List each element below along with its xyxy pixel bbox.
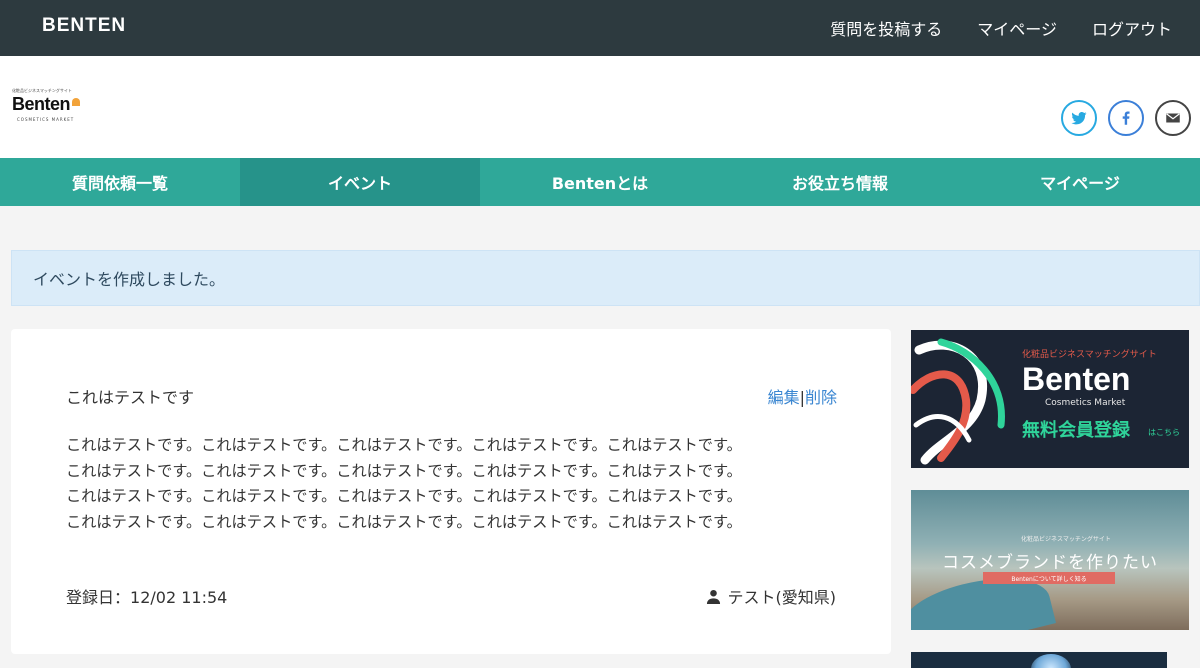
brand-link[interactable]: BENTEN bbox=[42, 15, 126, 37]
banner-button: Bentenについて詳しく知る bbox=[983, 572, 1115, 584]
site-logo[interactable]: 化粧品ビジネスマッチングサイト Benten COSMETICS MARKET bbox=[11, 86, 91, 130]
mypage-link[interactable]: マイページ bbox=[977, 16, 1057, 40]
facebook-icon[interactable] bbox=[1108, 100, 1144, 136]
event-title: これはテストです bbox=[66, 388, 195, 407]
event-actions: 編集|削除 bbox=[768, 384, 837, 408]
author-name: テスト(愛知県) bbox=[727, 588, 837, 607]
edit-link[interactable]: 編集 bbox=[768, 388, 800, 407]
site-header: 化粧品ビジネスマッチングサイト Benten COSMETICS MARKET bbox=[0, 56, 1200, 158]
logo-sub: COSMETICS MARKET bbox=[17, 117, 75, 122]
brush-stroke-art bbox=[911, 338, 1005, 465]
top-nav: 質問を投稿する マイページ ログアウト bbox=[795, 0, 1172, 56]
delete-link[interactable]: 削除 bbox=[805, 388, 837, 407]
banner-tagline: 化粧品ビジネスマッチングサイト bbox=[1021, 536, 1111, 543]
banner-title: コスメブランドを作りたい bbox=[942, 553, 1158, 573]
signup-banner[interactable]: 化粧品ビジネスマッチングサイト Benten Cosmetics Market … bbox=[911, 330, 1189, 468]
post-question-link[interactable]: 質問を投稿する bbox=[830, 16, 942, 40]
event-body: これはテストです。これはテストです。これはテストです。これはテストです。これはテ… bbox=[66, 433, 826, 535]
mail-icon[interactable] bbox=[1155, 100, 1191, 136]
date-label: 登録日： bbox=[66, 588, 131, 607]
logout-link[interactable]: ログアウト bbox=[1092, 16, 1172, 40]
twitter-icon[interactable] bbox=[1061, 100, 1097, 136]
third-banner[interactable] bbox=[911, 652, 1167, 668]
event-body-line: これはテストです。これはテストです。これはテストです。これはテストです。これはテ… bbox=[66, 461, 742, 480]
event-body-line: これはテストです。これはテストです。これはテストです。これはテストです。これはテ… bbox=[66, 512, 742, 531]
user-icon bbox=[706, 589, 720, 604]
brand-creation-banner[interactable]: 化粧品ビジネスマッチングサイト コスメブランドを作りたい Bentenについて詳… bbox=[911, 490, 1189, 630]
top-bar: BENTEN 質問を投稿する マイページ ログアウト bbox=[0, 0, 1200, 56]
banner-title: Benten bbox=[1022, 361, 1131, 397]
logo-word: Benten bbox=[12, 94, 71, 114]
event-card: これはテストです 編集|削除 これはテストです。これはテストです。これはテストで… bbox=[11, 329, 891, 654]
event-author: テスト(愛知県) bbox=[706, 584, 837, 608]
date-value: 12/02 11:54 bbox=[130, 588, 228, 607]
nav-item-requests[interactable]: 質問依頼一覧 bbox=[0, 158, 240, 206]
nav-item-tips[interactable]: お役立ち情報 bbox=[720, 158, 960, 206]
banner-tagline: 化粧品ビジネスマッチングサイト bbox=[1022, 350, 1157, 360]
logo-accent bbox=[72, 98, 80, 106]
event-body-line: これはテストです。これはテストです。これはテストです。これはテストです。これはテ… bbox=[66, 436, 742, 454]
main-nav: 質問依頼一覧 イベント Bentenとは お役立ち情報 マイページ bbox=[0, 158, 1200, 206]
nav-item-about[interactable]: Bentenとは bbox=[480, 158, 720, 206]
banner-flower-image bbox=[1031, 654, 1071, 668]
nav-item-events[interactable]: イベント bbox=[240, 158, 480, 206]
banner-cta: 無料会員登録 bbox=[1022, 420, 1130, 441]
event-body-line: これはテストです。これはテストです。これはテストです。これはテストです。これはテ… bbox=[66, 487, 742, 505]
success-alert: イベントを作成しました。 bbox=[11, 250, 1200, 306]
nav-item-mypage[interactable]: マイページ bbox=[960, 158, 1200, 206]
banner-subtitle: Cosmetics Market bbox=[1045, 398, 1126, 408]
alert-message: イベントを作成しました。 bbox=[33, 270, 226, 289]
banner-cta-suffix: はこちら bbox=[1148, 428, 1180, 437]
event-date: 登録日：12/02 11:54 bbox=[66, 584, 227, 608]
